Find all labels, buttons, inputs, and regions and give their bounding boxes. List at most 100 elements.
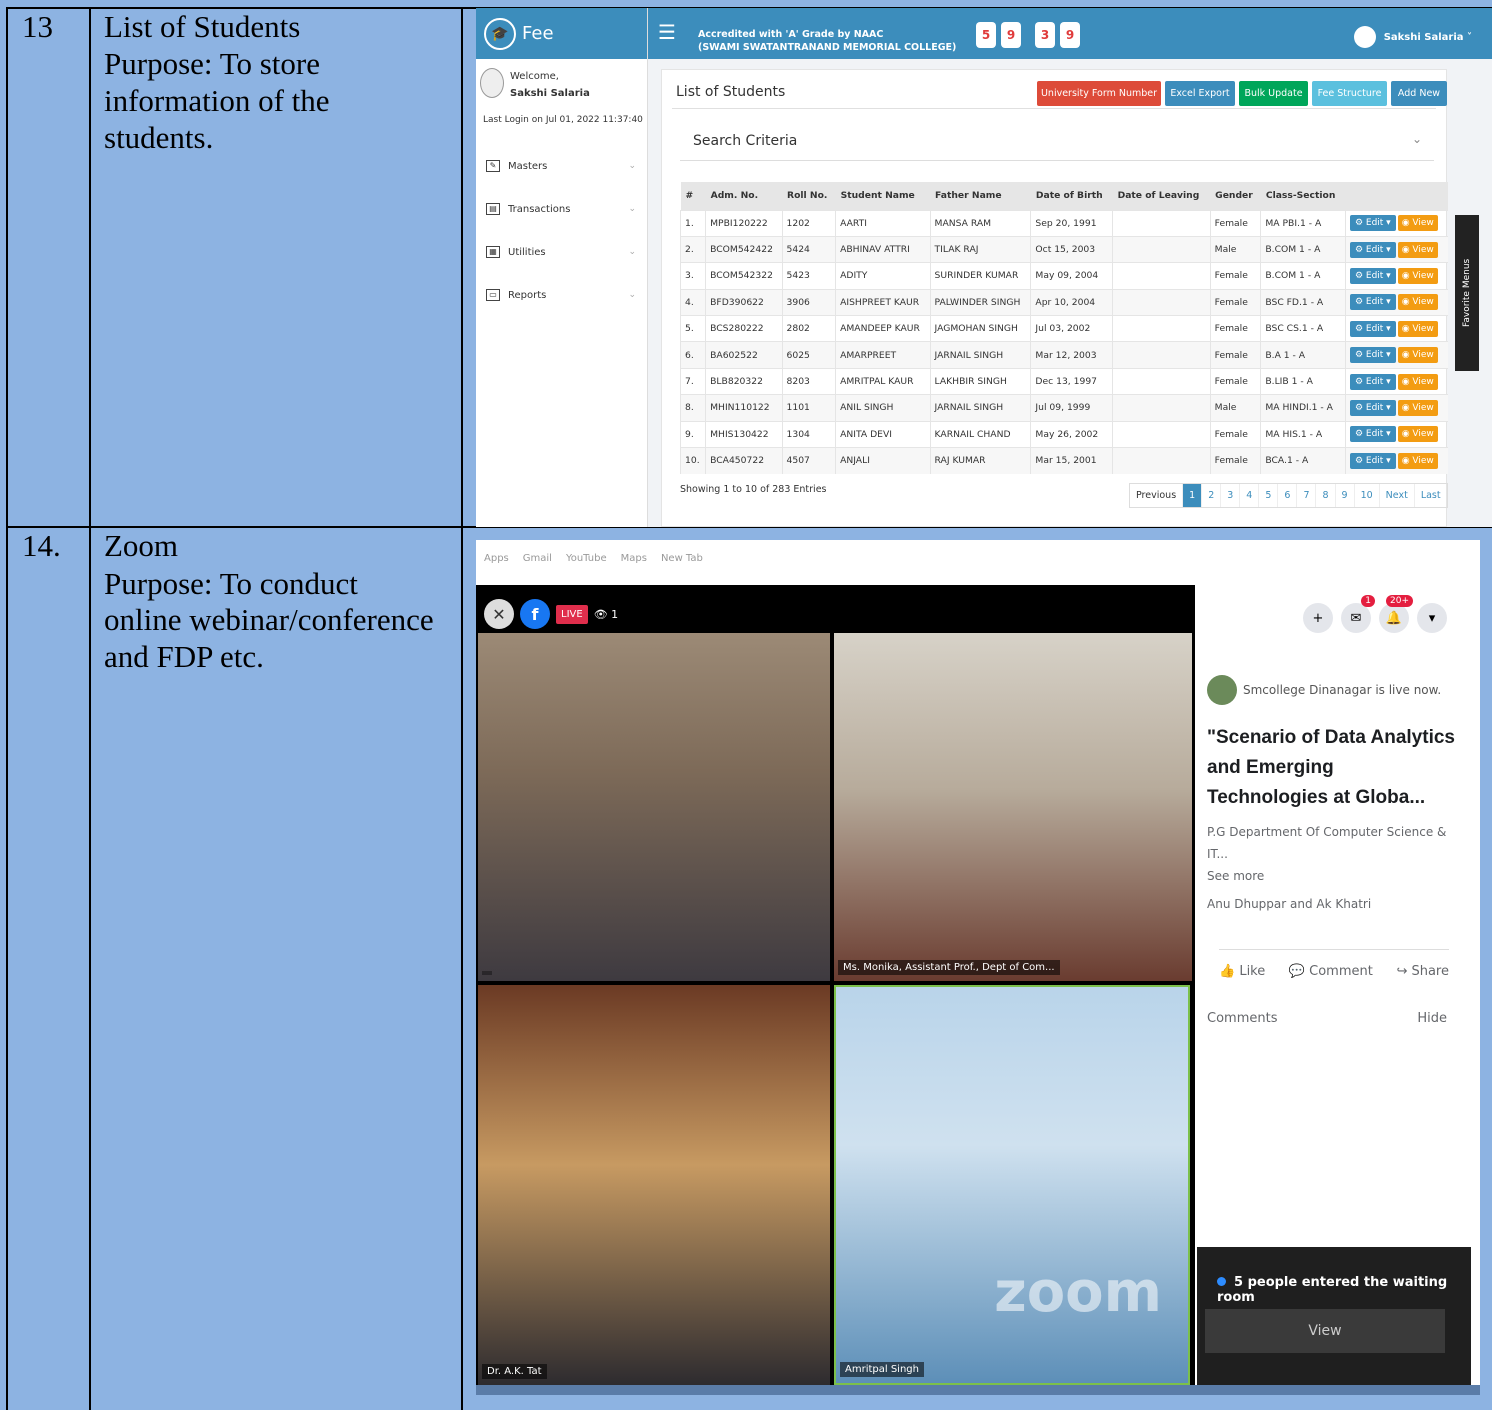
search-criteria-toggle[interactable]: Search Criteria ⌄ <box>680 121 1434 161</box>
view-button[interactable]: ◉ View <box>1397 452 1438 469</box>
row-actions: ⚙ Edit ▾ ◉ View <box>1344 209 1448 237</box>
column-header[interactable]: Student Name <box>835 182 931 210</box>
view-button[interactable]: ◉ View <box>1397 347 1438 364</box>
view-button[interactable]: ◉ View <box>1397 399 1438 416</box>
view-waiting-room-button[interactable]: View <box>1205 1309 1445 1353</box>
page-link[interactable]: Next <box>1378 484 1414 507</box>
bookmark-item[interactable]: Gmail <box>523 553 552 564</box>
video-tile-active-speaker[interactable]: Amritpal Singh zoom <box>834 985 1190 1385</box>
table-cell: B.LIB 1 - A <box>1260 367 1346 395</box>
fee-structure-button[interactable]: Fee Structure <box>1312 81 1387 106</box>
sidebar-item-transactions[interactable]: ▤ Transactions ⌄ <box>486 203 636 215</box>
table-cell: Male <box>1209 235 1261 263</box>
edit-button[interactable]: ⚙ Edit ▾ <box>1349 267 1396 284</box>
sidebar-item-utilities[interactable]: ▦ Utilities ⌄ <box>486 246 636 258</box>
view-button[interactable]: ◉ View <box>1397 241 1438 258</box>
table-cell: AISHPREET KAUR <box>835 288 931 316</box>
table-cell: Female <box>1209 447 1261 474</box>
close-icon[interactable]: ✕ <box>484 599 514 629</box>
view-button[interactable]: ◉ View <box>1397 426 1438 443</box>
page-link[interactable]: 10 <box>1353 484 1379 507</box>
table-cell: 1. <box>679 209 706 237</box>
edit-button[interactable]: ⚙ Edit ▾ <box>1349 320 1396 337</box>
share-button[interactable]: ↪ Share <box>1396 964 1449 979</box>
page-link[interactable]: 4 <box>1239 484 1258 507</box>
page-link[interactable]: 9 <box>1334 484 1354 507</box>
page-link[interactable]: 8 <box>1315 484 1334 507</box>
page-link[interactable]: 5 <box>1258 484 1277 507</box>
excel-export-button[interactable]: Excel Export <box>1165 81 1235 106</box>
page-name[interactable]: Smcollege Dinanagar is live now. <box>1243 683 1441 697</box>
edit-button[interactable]: ⚙ Edit ▾ <box>1349 399 1396 416</box>
bulk-update-button[interactable]: Bulk Update <box>1239 81 1308 106</box>
edit-button[interactable]: ⚙ Edit ▾ <box>1349 347 1396 364</box>
page-link[interactable]: 6 <box>1277 484 1296 507</box>
bookmark-item[interactable]: New Tab <box>661 553 703 564</box>
table-cell: 3906 <box>781 288 836 316</box>
video-tile[interactable]: Dr. A.K. Tat <box>478 985 830 1385</box>
bookmark-item[interactable]: Maps <box>621 553 647 564</box>
page-link[interactable]: 7 <box>1296 484 1315 507</box>
table-row: 9. MHIS130422 1304 ANITA DEVI KARNAIL CHAND M… <box>679 420 1448 448</box>
view-button[interactable]: ◉ View <box>1397 320 1438 337</box>
brand[interactable]: 🎓 Fee <box>476 8 647 59</box>
menu-icon[interactable]: ☰ <box>658 22 676 42</box>
page-link[interactable]: 3 <box>1220 484 1239 507</box>
page-link[interactable]: Last <box>1413 484 1447 507</box>
table-cell: BFD390622 <box>705 288 782 316</box>
hide-comments-link[interactable]: Hide <box>1417 1011 1447 1026</box>
page-link[interactable]: Previous <box>1130 484 1182 507</box>
edit-button[interactable]: ⚙ Edit ▾ <box>1349 452 1396 469</box>
sidebar-item-masters[interactable]: ✎ Masters ⌄ <box>486 160 636 172</box>
column-header[interactable] <box>1345 182 1448 210</box>
university-form-number-button[interactable]: University Form Number <box>1037 81 1161 106</box>
video-tile[interactable] <box>478 633 830 981</box>
column-header[interactable]: Roll No. <box>782 182 836 210</box>
column-header[interactable]: Father Name <box>930 182 1031 210</box>
column-header[interactable]: # <box>680 182 706 210</box>
add-new-button[interactable]: Add New <box>1391 81 1447 106</box>
students-panel: List of Students University Form Number … <box>661 69 1448 527</box>
reactors[interactable]: Anu Dhuppar and Ak Khatri <box>1207 897 1457 911</box>
page-link[interactable]: 1 <box>1182 484 1202 507</box>
edit-button[interactable]: ⚙ Edit ▾ <box>1349 294 1396 311</box>
column-header[interactable]: Date of Birth <box>1030 182 1113 210</box>
view-button[interactable]: ◉ View <box>1397 215 1438 232</box>
bookmark-item[interactable]: Apps <box>484 553 509 564</box>
page-link[interactable]: 2 <box>1201 484 1220 507</box>
column-header[interactable]: Gender <box>1210 182 1261 210</box>
table-cell <box>1112 315 1211 342</box>
table-row: 5. BCS280222 2802 AMANDEEP KAUR JAGMOHAN SIN… <box>679 315 1448 342</box>
view-button[interactable]: ◉ View <box>1397 294 1438 311</box>
column-header[interactable]: Adm. No. <box>705 182 782 210</box>
like-button[interactable]: 👍 Like <box>1219 964 1265 979</box>
user-menu[interactable]: Sakshi Salaria ˅ <box>1353 26 1472 48</box>
zoom-watermark: zoom <box>994 1260 1162 1325</box>
favorite-menus-tab[interactable]: Favorite Menus <box>1455 215 1479 371</box>
plus-icon[interactable]: + <box>1303 603 1333 633</box>
column-header[interactable]: Class-Section <box>1260 182 1346 210</box>
view-button[interactable]: ◉ View <box>1397 267 1438 284</box>
search-criteria-label: Search Criteria <box>693 133 798 149</box>
table-cell: Jul 09, 1999 <box>1030 394 1113 422</box>
table-cell: MA PBI.1 - A <box>1260 209 1346 237</box>
see-more-link[interactable]: See more <box>1207 865 1457 887</box>
bell-icon[interactable]: 🔔 20+ <box>1379 595 1413 633</box>
messenger-icon[interactable]: ✉ 1 <box>1341 595 1375 633</box>
view-button[interactable]: ◉ View <box>1397 373 1438 390</box>
bookmark-item[interactable]: YouTube <box>566 553 607 564</box>
edit-button[interactable]: ⚙ Edit ▾ <box>1349 241 1396 258</box>
counter-digit: 5 <box>976 22 996 48</box>
table-cell: MHIS130422 <box>705 420 782 448</box>
comment-button[interactable]: 💬 Comment <box>1289 964 1373 979</box>
edit-button[interactable]: ⚙ Edit ▾ <box>1349 373 1396 390</box>
table-cell: Mar 15, 2001 <box>1030 447 1113 474</box>
chevron-down-icon[interactable]: ▾ <box>1417 603 1447 633</box>
sidebar-item-reports[interactable]: ▭ Reports ⌄ <box>486 289 636 301</box>
edit-button[interactable]: ⚙ Edit ▾ <box>1349 426 1396 443</box>
video-tile[interactable]: Ms. Monika, Assistant Prof., Dept of Com… <box>834 633 1192 981</box>
column-header[interactable]: Date of Leaving <box>1112 182 1211 210</box>
table-cell: PALWINDER SINGH <box>929 288 1031 316</box>
edit-button[interactable]: ⚙ Edit ▾ <box>1349 215 1396 232</box>
welcome-block: Welcome, Sakshi Salaria <box>480 68 590 102</box>
